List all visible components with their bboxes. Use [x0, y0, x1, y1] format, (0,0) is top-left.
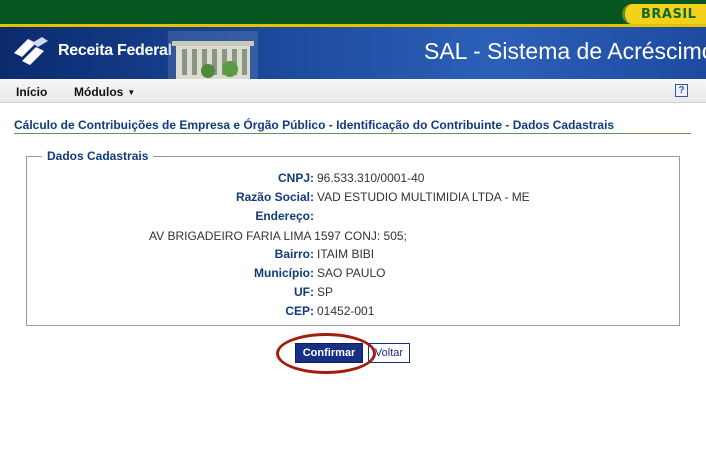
municipio-value: SAO PAULO: [317, 266, 386, 280]
receita-federal-logo-icon: [14, 37, 48, 65]
razao-social-row: Razão Social: VAD ESTUDIO MULTIMIDIA LTD…: [0, 190, 706, 206]
razao-social-label: Razão Social:: [235, 190, 314, 204]
building-illustration: [168, 31, 258, 79]
app-title: SAL - Sistema de Acréscimos L: [424, 38, 706, 64]
cnpj-value: 96.533.310/0001-40: [317, 171, 425, 185]
bairro-label: Bairro:: [274, 247, 314, 261]
menu-bar: Início Módulos ▼ ?: [0, 79, 706, 103]
municipio-label: Município:: [254, 266, 314, 280]
heading-divider: [14, 133, 691, 134]
voltar-button[interactable]: Voltar: [368, 343, 410, 363]
uf-label: UF:: [294, 285, 314, 299]
page-title: Cálculo de Contribuições de Empresa e Ór…: [14, 118, 615, 132]
razao-social-value: VAD ESTUDIO MULTIMIDIA LTDA - ME: [317, 190, 530, 204]
cep-value: 01452-001: [317, 304, 375, 318]
logo-text: Receita Federal: [58, 42, 172, 59]
uf-value: SP: [317, 285, 334, 299]
endereco-row: Endereço:: [0, 209, 706, 225]
help-icon[interactable]: ?: [675, 84, 688, 97]
dados-cadastrais-legend: Dados Cadastrais: [42, 149, 154, 163]
menu-item-modulos-label: Módulos: [74, 85, 124, 99]
brasil-label: BRASIL: [641, 7, 697, 22]
municipio-row: Município: SAO PAULO: [0, 266, 706, 282]
menu-item-inicio[interactable]: Início: [16, 85, 47, 99]
bairro-value: ITAIM BIBI: [317, 247, 375, 261]
uf-row: UF: SP: [0, 285, 706, 301]
menu-item-modulos[interactable]: Módulos ▼: [74, 85, 135, 99]
brasil-link[interactable]: BRASIL: [622, 4, 706, 24]
app-banner: Receita Federal SAL - Sistema de Acrésci…: [0, 27, 706, 79]
cnpj-label: CNPJ:: [277, 171, 314, 185]
chevron-down-icon: ▼: [127, 88, 136, 97]
endereco-label: Endereço:: [255, 209, 314, 223]
bairro-row: Bairro: ITAIM BIBI: [0, 247, 706, 263]
cnpj-row: CNPJ: 96.533.310/0001-40: [0, 171, 706, 187]
cep-row: CEP: 01452-001: [0, 304, 706, 320]
endereco-value: AV BRIGADEIRO FARIA LIMA 1597 CONJ: 505;: [149, 229, 407, 243]
confirmar-button[interactable]: Confirmar: [295, 343, 363, 363]
cep-label: CEP:: [285, 304, 314, 318]
government-bar: BRASIL: [0, 0, 706, 27]
